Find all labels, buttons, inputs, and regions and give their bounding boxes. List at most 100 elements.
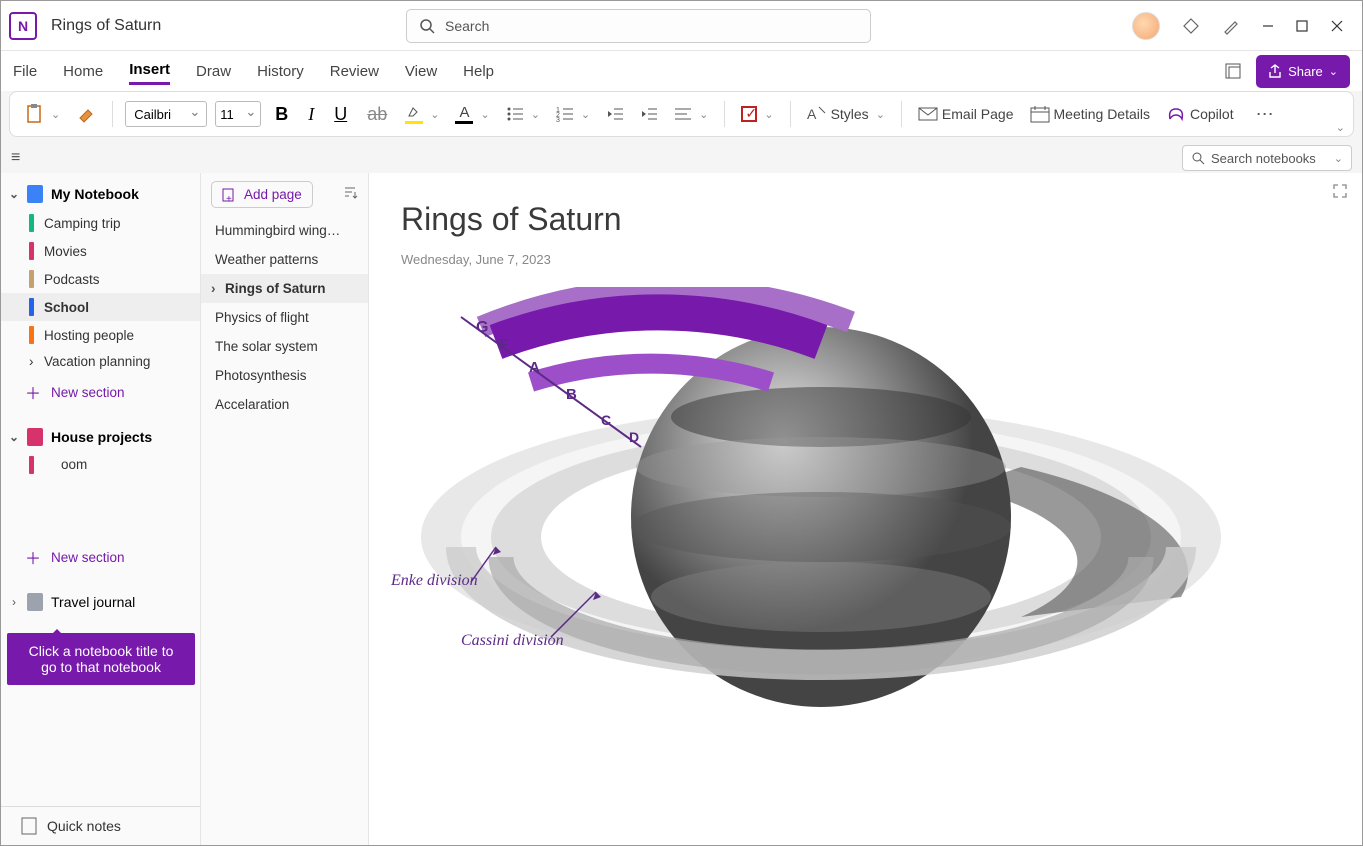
page-physics[interactable]: Physics of flight [201, 303, 368, 332]
page-acceleration[interactable]: Accelaration [201, 390, 368, 419]
menu-view[interactable]: View [405, 59, 437, 84]
align-button[interactable]: ⌄ [670, 102, 712, 126]
svg-text:G: G [476, 319, 488, 336]
annotation-enke: Enke division [391, 572, 478, 590]
menu-review[interactable]: Review [330, 59, 379, 84]
bullets-button[interactable]: ⌄ [502, 102, 544, 126]
search-notebooks[interactable]: Search notebooks ⌄ [1182, 145, 1352, 171]
pages-sidebar: + Add page Hummingbird wing… Weather pat… [201, 173, 369, 845]
menu-draw[interactable]: Draw [196, 59, 231, 84]
search-box[interactable]: Search [406, 9, 871, 43]
notebook-travel-journal[interactable]: › Travel journal [1, 587, 200, 617]
page-rings-of-saturn[interactable]: Rings of Saturn [201, 274, 368, 303]
highlight-button[interactable]: ⌄ [401, 100, 443, 128]
open-window-icon[interactable] [1224, 62, 1242, 80]
add-page-button[interactable]: + Add page [211, 181, 313, 208]
chevron-right-icon: › [29, 354, 34, 369]
paste-button[interactable]: ⌄ [20, 99, 64, 129]
strikethrough-button[interactable]: ab [361, 104, 393, 125]
section-vacation-planning[interactable]: ›Vacation planning [1, 349, 200, 374]
plus-icon: ＋ [25, 545, 41, 569]
menu-bar: File Home Insert Draw History Review Vie… [1, 51, 1362, 91]
notebook-house-projects[interactable]: ⌄ House projects [1, 422, 200, 452]
section-hosting-people[interactable]: Hosting people [1, 321, 200, 349]
copilot-button[interactable]: Copilot [1162, 101, 1238, 127]
section-room[interactable]: oom [1, 452, 200, 477]
ribbon-expand-icon[interactable]: ⌄ [1336, 121, 1345, 134]
chevron-down-icon: ⌄ [9, 430, 19, 444]
numbering-button[interactable]: 123⌄ [552, 102, 594, 126]
main-area: ⌄ My Notebook Camping trip Movies Podcas… [1, 173, 1362, 845]
notebook-icon [27, 428, 43, 446]
email-page-button[interactable]: Email Page [914, 102, 1018, 126]
section-camping-trip[interactable]: Camping trip [1, 209, 200, 237]
svg-text:C: C [601, 412, 611, 428]
outdent-button[interactable] [602, 102, 628, 126]
italic-button[interactable]: I [302, 104, 320, 125]
chevron-down-icon: ⌄ [1329, 61, 1338, 82]
page-weather[interactable]: Weather patterns [201, 245, 368, 274]
new-section-button[interactable]: ＋New section [1, 374, 200, 410]
page-hummingbird[interactable]: Hummingbird wing… [201, 216, 368, 245]
ribbon-more-button[interactable]: ⋯ [1252, 100, 1278, 129]
note-canvas[interactable]: Rings of Saturn Wednesday, June 7, 2023 [369, 173, 1362, 845]
notebook-my-notebook[interactable]: ⌄ My Notebook [1, 179, 200, 209]
font-color-button[interactable]: A⌄ [451, 100, 493, 128]
svg-text:F: F [499, 336, 508, 353]
notebook-icon [27, 593, 43, 611]
maximize-icon[interactable] [1296, 20, 1308, 32]
format-painter-button[interactable] [72, 100, 100, 128]
add-page-icon: + [222, 188, 236, 202]
ribbon: ⌄ Cailbri 11 B I U ab ⌄ A⌄ ⌄ 123⌄ ⌄ ✓⌄ A… [9, 91, 1354, 137]
chevron-right-icon: › [9, 595, 19, 609]
svg-text:3: 3 [556, 117, 560, 122]
meeting-details-button[interactable]: Meeting Details [1026, 101, 1155, 127]
pen-icon[interactable] [1222, 17, 1240, 35]
chevron-down-icon: ⌄ [9, 187, 19, 201]
page-icon [21, 817, 37, 835]
share-icon [1268, 64, 1282, 78]
font-size-select[interactable]: 11 [215, 101, 261, 127]
search-icon [1191, 151, 1205, 165]
todo-tag-button[interactable]: ✓⌄ [737, 102, 777, 126]
title-bar: N Rings of Saturn Search [1, 1, 1362, 51]
font-select[interactable]: Cailbri [125, 101, 207, 127]
menu-home[interactable]: Home [63, 59, 103, 84]
menu-file[interactable]: File [13, 59, 37, 84]
bold-button[interactable]: B [269, 104, 294, 125]
svg-text:+: + [226, 194, 232, 202]
close-icon[interactable] [1330, 19, 1344, 33]
window-controls [1132, 12, 1354, 40]
underline-button[interactable]: U [328, 104, 353, 125]
page-solar-system[interactable]: The solar system [201, 332, 368, 361]
share-button[interactable]: Share ⌄ [1256, 55, 1350, 88]
menu-insert[interactable]: Insert [129, 57, 170, 85]
sort-icon[interactable] [342, 184, 358, 205]
saturn-figure: G F A B C D Enke division Cassini divisi… [401, 287, 1221, 747]
search-icon [419, 18, 435, 34]
diamond-icon[interactable] [1182, 17, 1200, 35]
notebooks-sidebar: ⌄ My Notebook Camping trip Movies Podcas… [1, 173, 201, 845]
page-photosynthesis[interactable]: Photosynthesis [201, 361, 368, 390]
menu-history[interactable]: History [257, 59, 304, 84]
indent-button[interactable] [636, 102, 662, 126]
app-icon: N [9, 12, 37, 40]
svg-text:A: A [529, 359, 540, 376]
expand-icon[interactable] [1332, 183, 1348, 204]
page-title[interactable]: Rings of Saturn [401, 201, 1330, 238]
annotation-cassini: Cassini division [461, 632, 564, 650]
section-school[interactable]: School [1, 293, 200, 321]
share-label: Share [1288, 60, 1323, 83]
user-avatar[interactable] [1132, 12, 1160, 40]
nav-toggle-icon[interactable]: ≡ [11, 149, 20, 167]
section-movies[interactable]: Movies [1, 237, 200, 265]
section-podcasts[interactable]: Podcasts [1, 265, 200, 293]
styles-button[interactable]: AStyles⌄ [803, 101, 889, 127]
new-section-button[interactable]: ＋New section [1, 539, 200, 575]
minimize-icon[interactable] [1262, 20, 1274, 32]
menu-help[interactable]: Help [463, 59, 494, 84]
plus-icon: ＋ [25, 380, 41, 404]
notebook-icon [27, 185, 43, 203]
quick-notes-button[interactable]: Quick notes [1, 806, 200, 845]
search-placeholder: Search [445, 18, 489, 34]
